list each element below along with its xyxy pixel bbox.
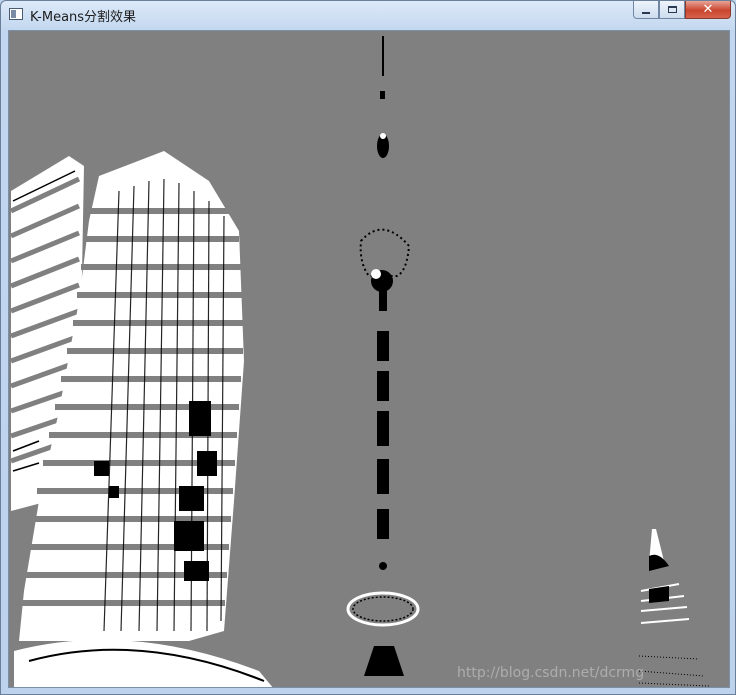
window-title: K-Means分割效果 [30,10,137,25]
app-window: K-Means分割效果 ✕ http://blog.csdn.net/dcrmg [0,0,736,695]
watermark-text: http://blog.csdn.net/dcrmg [457,665,645,681]
kmeans-segmented-image [9,31,729,687]
segmentation-image-canvas: http://blog.csdn.net/dcrmg [8,30,730,688]
caption-buttons: ✕ [633,1,731,21]
title-bar[interactable]: K-Means分割效果 ✕ [1,1,735,29]
close-button[interactable]: ✕ [685,1,731,19]
maximize-button[interactable] [659,1,685,19]
minimize-icon [642,11,650,14]
window-app-icon[interactable] [9,8,23,20]
maximize-icon [667,6,677,13]
minimize-button[interactable] [633,1,659,19]
close-icon: ✕ [702,2,714,17]
